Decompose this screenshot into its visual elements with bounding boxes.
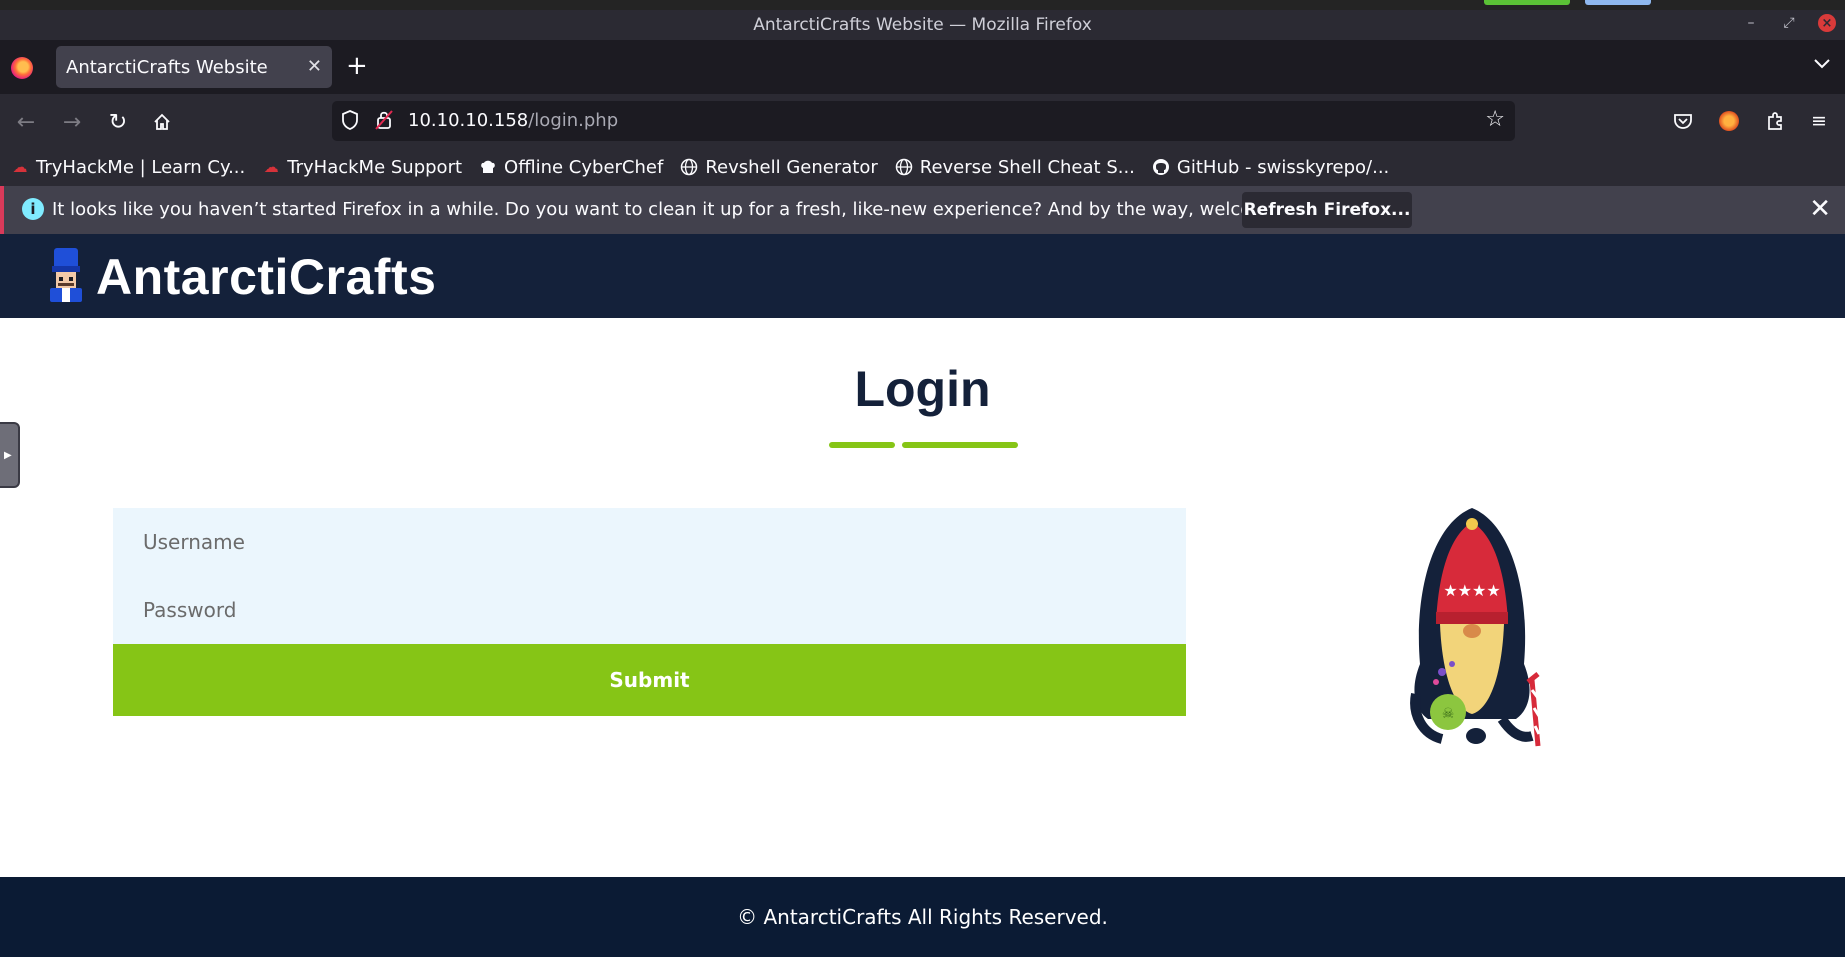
tab-antarcticrafts[interactable]: AntarctiCrafts Website ✕ [56, 46, 332, 88]
site-header: AntarctiCrafts [0, 234, 1845, 318]
github-icon [1151, 158, 1171, 176]
gnome-mascot-image: ★★★★ ☠ [1410, 508, 1541, 747]
minimize-icon[interactable]: – [1740, 12, 1762, 34]
url-path: /login.php [528, 110, 619, 131]
tracking-protection-shield-icon[interactable] [340, 109, 364, 133]
chevron-down-icon[interactable] [1813, 54, 1831, 75]
bookmark-label: TryHackMe | Learn Cy... [36, 156, 246, 178]
os-top-panel [0, 0, 1845, 10]
bookmark-label: TryHackMe Support [287, 156, 463, 178]
refresh-firefox-button[interactable]: Refresh Firefox... [1242, 192, 1412, 228]
reload-icon[interactable]: ↻ [104, 108, 132, 136]
title-underline-accent [902, 442, 1018, 448]
password-input[interactable] [113, 576, 1186, 644]
sidebar-toggle-handle[interactable]: ▶ [0, 422, 20, 488]
bookmark-github-swisskyrepo[interactable]: GitHub - swisskyrepo/... [1151, 157, 1389, 178]
bookmark-revshell-generator[interactable]: Revshell Generator [679, 156, 878, 178]
bookmark-label: Revshell Generator [705, 156, 878, 178]
new-tab-button[interactable]: + [346, 52, 368, 80]
main-content: ▶ Login Submit ★★★★ ☠ [0, 318, 1845, 877]
bookmark-label: GitHub - swisskyrepo/... [1176, 156, 1390, 178]
svg-text:★★★★: ★★★★ [1443, 581, 1500, 600]
bookmark-offline-cyberchef[interactable]: Offline CyberChef [478, 157, 663, 178]
tryhackme-icon: ☁ [12, 158, 28, 176]
window-titlebar: AntarctiCrafts Website — Mozilla Firefox [0, 10, 1845, 40]
tab-strip: AntarctiCrafts Website ✕ + [0, 40, 1845, 94]
page-title: Login [854, 361, 991, 417]
title-underline-accent [829, 442, 895, 448]
login-form: Submit [113, 508, 1186, 716]
close-window-icon[interactable]: × [1818, 14, 1836, 32]
globe-icon [894, 158, 914, 176]
close-notification-icon[interactable]: ✕ [1809, 194, 1831, 224]
site-footer: © AntarctiCrafts All Rights Reserved. [0, 877, 1845, 957]
tryhackme-icon: ☁ [263, 158, 279, 176]
globe-icon [679, 158, 699, 176]
bookmark-label: Reverse Shell Cheat S... [919, 156, 1135, 178]
footer-copyright: © AntarctiCrafts All Rights Reserved. [737, 905, 1108, 929]
close-tab-icon[interactable]: ✕ [307, 56, 322, 77]
hamburger-menu-icon[interactable]: ≡ [1804, 106, 1834, 136]
home-icon[interactable] [148, 108, 176, 136]
pocket-icon[interactable] [1668, 106, 1698, 136]
nutcracker-logo-icon[interactable] [44, 246, 88, 304]
refresh-firefox-notification: i It looks like you haven’t started Fire… [0, 186, 1845, 234]
bookmark-label: Offline CyberChef [504, 156, 664, 178]
url-bar[interactable]: 10.10.10.158/login.php ☆ [332, 101, 1515, 141]
navigation-toolbar: ← → ↻ 10.10.10.158/login.php ☆ ≡ [0, 94, 1845, 148]
foxyproxy-extension-icon[interactable] [1714, 106, 1744, 136]
submit-button[interactable]: Submit [113, 644, 1186, 716]
bookmark-tryhackme-support[interactable]: ☁ TryHackMe Support [261, 157, 462, 178]
url-host: 10.10.10.158 [408, 110, 529, 131]
svg-text:☠: ☠ [1442, 706, 1455, 722]
os-panel-indicator [1484, 0, 1570, 5]
brand-name[interactable]: AntarctiCrafts [96, 248, 436, 306]
os-panel-indicator [1585, 0, 1651, 5]
back-arrow-icon[interactable]: ← [12, 108, 40, 136]
notification-text: It looks like you haven’t started Firefo… [52, 199, 1336, 220]
tab-label: AntarctiCrafts Website [66, 56, 268, 78]
restore-icon[interactable]: ⤢ [1778, 12, 1800, 34]
url-text[interactable]: 10.10.10.158/login.php [408, 110, 618, 131]
extensions-puzzle-icon[interactable] [1760, 106, 1790, 136]
chef-hat-icon [478, 158, 498, 176]
bookmark-star-icon[interactable]: ☆ [1485, 107, 1505, 132]
username-input[interactable] [113, 508, 1186, 576]
bookmark-reverse-shell-cheat-sheet[interactable]: Reverse Shell Cheat S... [894, 157, 1135, 178]
bookmarks-toolbar: ☁ TryHackMe | Learn Cy... ☁ TryHackMe Su… [0, 148, 1845, 186]
insecure-lock-icon[interactable] [374, 109, 396, 133]
info-icon: i [22, 198, 44, 220]
bookmark-tryhackme-learn[interactable]: ☁ TryHackMe | Learn Cy... [10, 156, 246, 178]
forward-arrow-icon[interactable]: → [58, 108, 86, 136]
window-title: AntarctiCrafts Website — Mozilla Firefox [753, 15, 1092, 35]
firefox-icon[interactable] [11, 57, 33, 79]
